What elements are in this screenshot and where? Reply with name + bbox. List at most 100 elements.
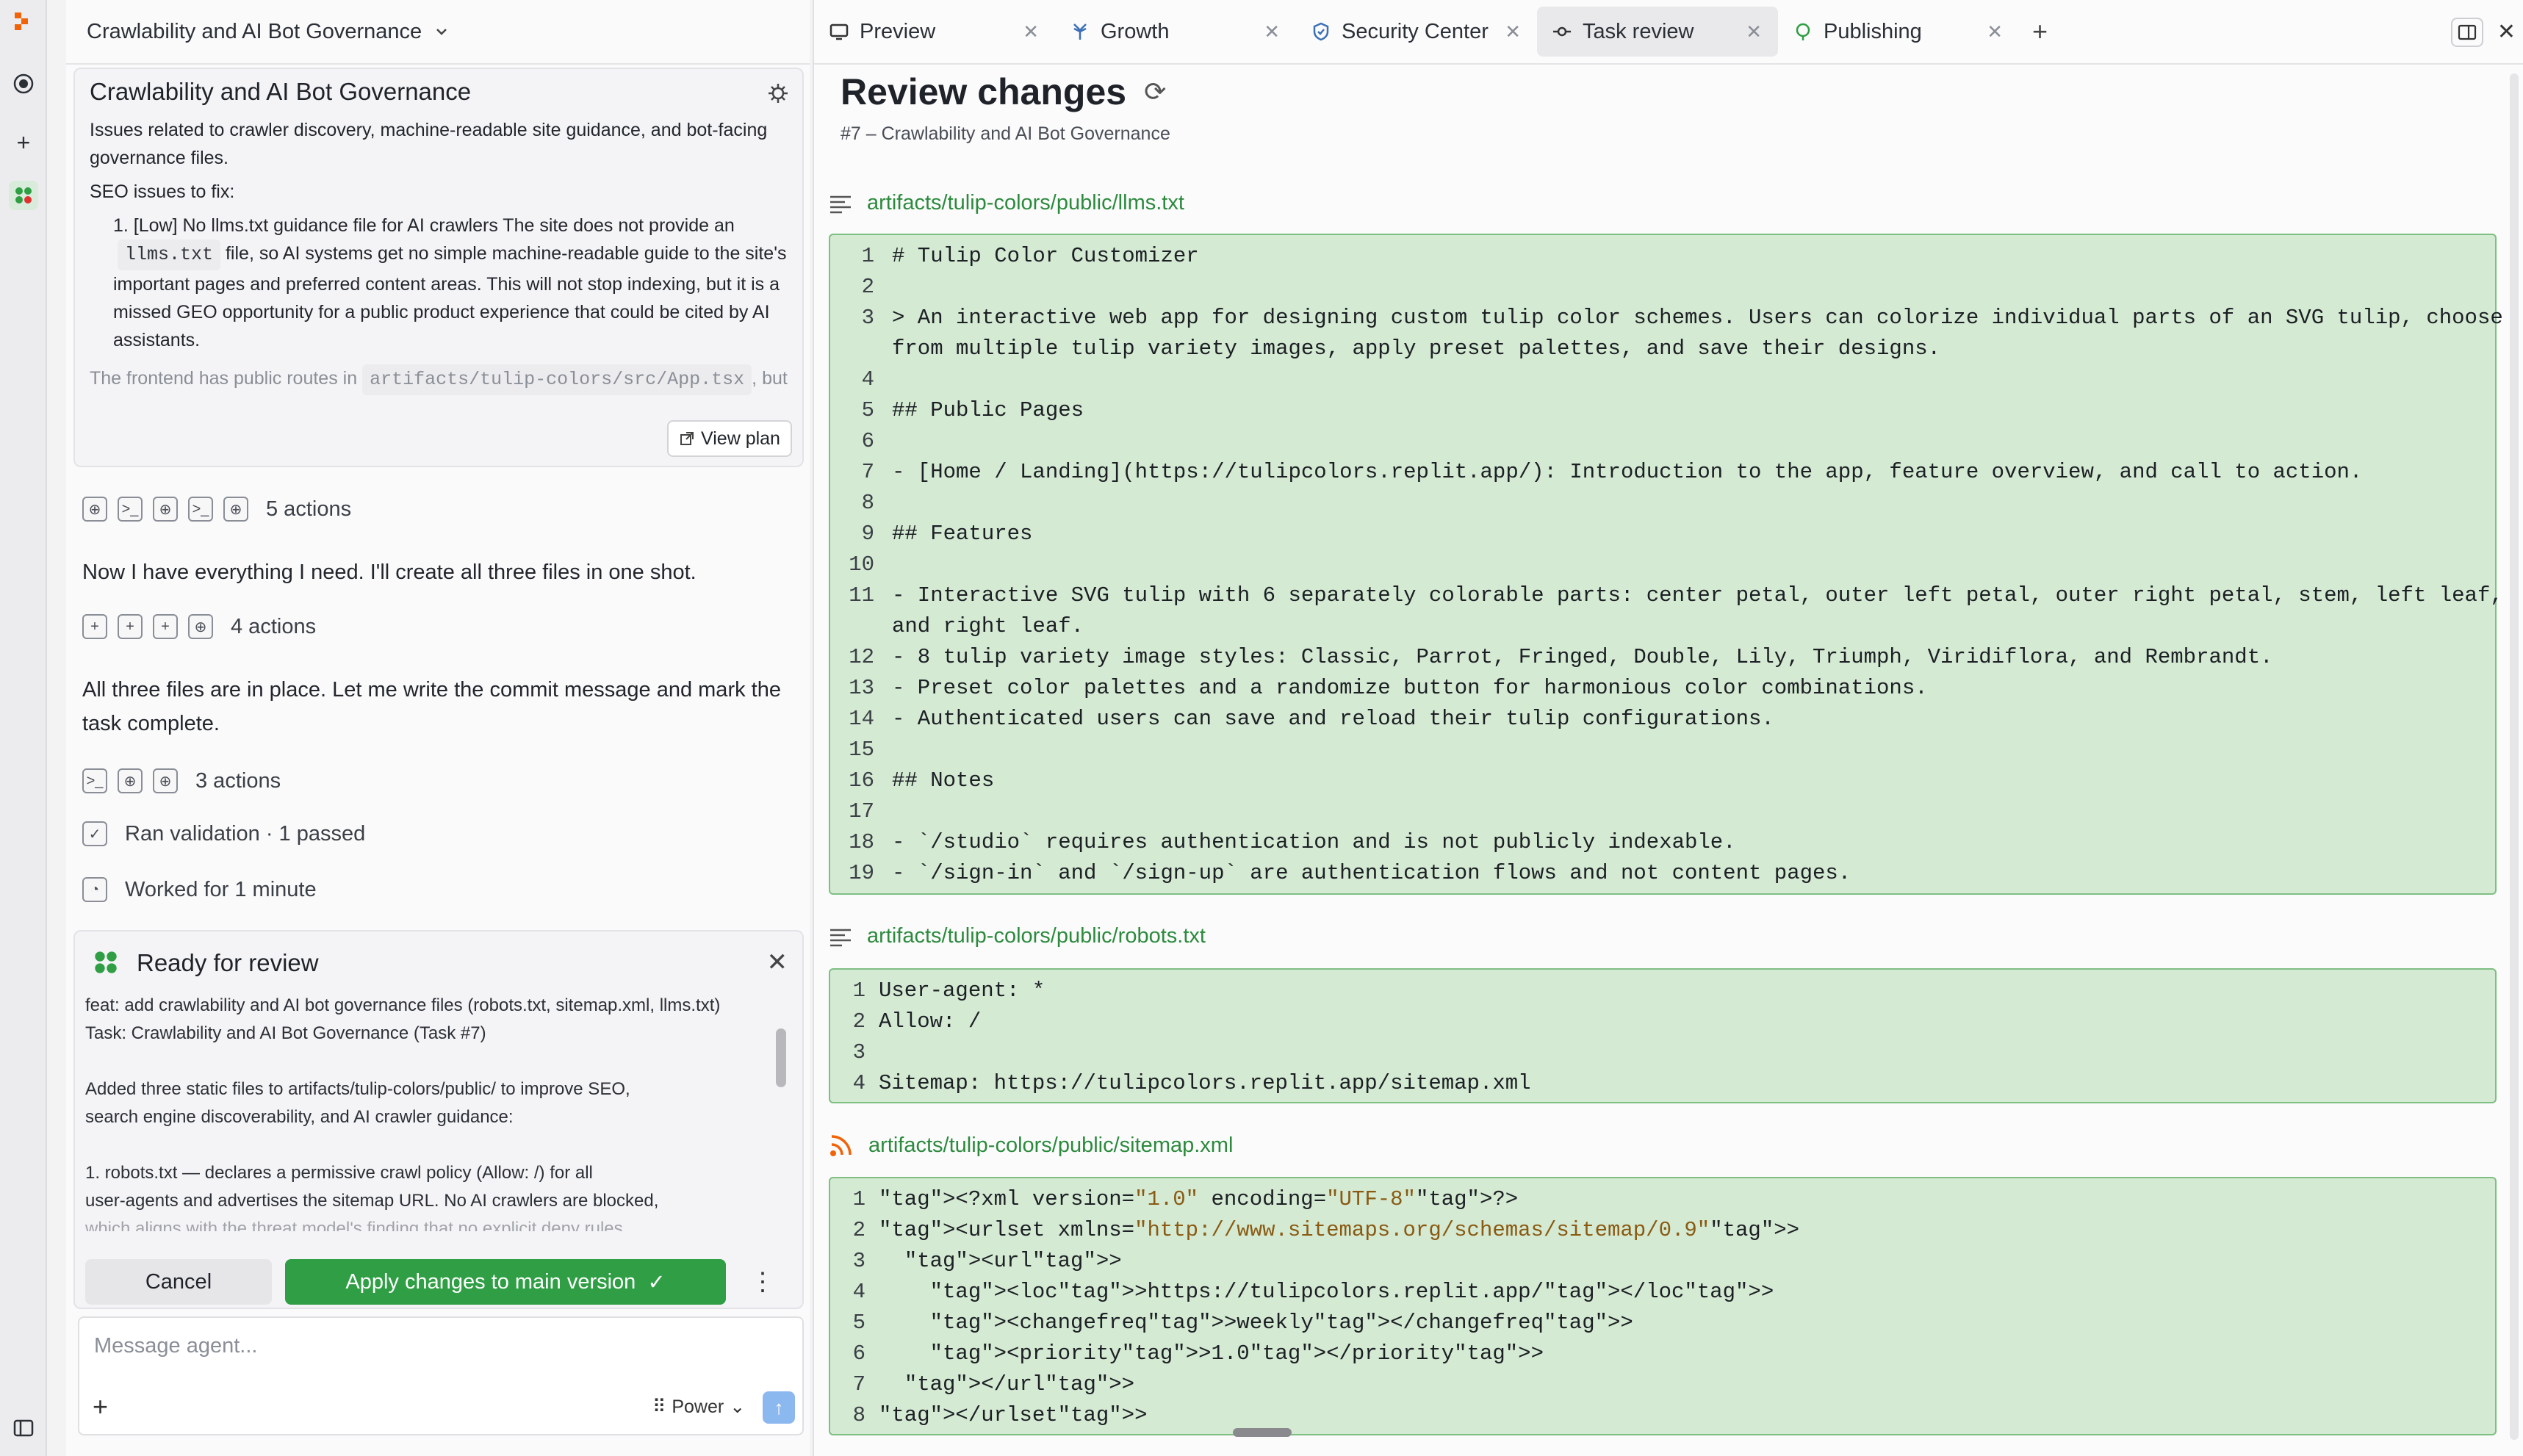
line-number: 10 — [849, 552, 874, 577]
code-line: from multiple tulip variety images, appl… — [892, 336, 1941, 361]
terminal-icon: >_ — [118, 497, 143, 522]
line-number: 4 — [852, 1071, 865, 1095]
add-icon[interactable]: + — [9, 128, 38, 157]
tab-security-center[interactable]: Security Center ✕ — [1296, 7, 1537, 57]
actions-group-3[interactable]: >_ ⊕ ⊕ 3 actions — [82, 768, 281, 793]
tab-label: Preview — [860, 19, 936, 43]
more-options-button[interactable]: ⋮ — [742, 1259, 783, 1305]
code-line: "tag"></url"tag">> — [904, 1372, 1135, 1396]
close-icon[interactable]: ✕ — [767, 948, 788, 977]
diff-block-sitemap: 1 "tag"><?xml version="1.0" encoding="UTF… — [829, 1177, 2497, 1435]
line-number: 2 — [852, 1218, 865, 1242]
line-number: 3 — [852, 1249, 865, 1273]
commit-task: Task: Crawlability and AI Bot Governance… — [85, 1023, 486, 1043]
validation-row[interactable]: ✓ Ran validation · 1 passed — [82, 821, 365, 846]
file-header-robots[interactable]: artifacts/tulip-colors/public/robots.txt — [829, 924, 1206, 948]
send-button[interactable]: ↑ — [763, 1391, 795, 1424]
new-tab-button[interactable]: + — [2032, 16, 2048, 47]
message-input[interactable]: Message agent... — [94, 1334, 257, 1358]
line-number: 18 — [849, 830, 874, 854]
tab-bar: Preview ✕ Growth ✕ Security Center ✕ Task r… — [814, 0, 2523, 65]
line-number: 11 — [849, 583, 874, 608]
task-icon[interactable] — [9, 181, 38, 210]
task-title-dropdown[interactable]: Crawlability and AI Bot Governance — [87, 20, 450, 44]
close-icon[interactable]: ✕ — [1264, 21, 1280, 43]
view-plan-button[interactable]: View plan — [667, 420, 792, 457]
actions-count: 4 actions — [231, 614, 317, 638]
worked-text: Worked for 1 minute — [125, 877, 317, 901]
tab-growth[interactable]: Growth ✕ — [1055, 7, 1296, 57]
split-view-icon[interactable] — [2451, 18, 2483, 47]
tab-preview[interactable]: Preview ✕ — [814, 7, 1055, 57]
vertical-scrollbar[interactable] — [2510, 73, 2519, 1440]
file-header-sitemap[interactable]: artifacts/tulip-colors/public/sitemap.xm… — [829, 1133, 1233, 1158]
review-panel-title: Review changes — [841, 71, 1127, 112]
issue-line3: important pages and preferred content ar… — [113, 274, 780, 295]
tab-label: Publishing — [1824, 19, 1922, 43]
line-number: 6 — [861, 429, 874, 453]
commit-body-line: search engine discoverability, and AI cr… — [85, 1107, 514, 1127]
review-card: Ready for review ✕ feat: add crawlabilit… — [73, 930, 804, 1309]
code-line: - Preset color palettes and a randomize … — [892, 676, 1928, 700]
app-path-chip: artifacts/tulip-colors/src/App.tsx — [362, 364, 752, 395]
horizontal-scrollbar[interactable] — [1233, 1428, 1292, 1437]
line-number: 5 — [852, 1311, 865, 1335]
line-number: 1 — [852, 979, 865, 1003]
line-number: 2 — [852, 1009, 865, 1034]
agent-icon[interactable] — [9, 69, 38, 98]
apply-changes-button[interactable]: Apply changes to main version ✓ — [285, 1259, 726, 1305]
file-path: artifacts/tulip-colors/public/sitemap.xm… — [868, 1133, 1234, 1157]
actions-count: 3 actions — [195, 768, 281, 793]
chevron-down-icon: ⌄ — [730, 1396, 746, 1417]
line-number: 17 — [849, 799, 874, 823]
code-line: Allow: / — [879, 1009, 982, 1034]
close-panel-icon[interactable]: ✕ — [2497, 19, 2516, 45]
file-add-icon: + — [82, 614, 107, 639]
commit-message-box[interactable]: feat: add crawlability and AI bot govern… — [85, 992, 783, 1231]
task-desc-line2: governance files. — [90, 148, 229, 168]
review-title: Ready for review — [137, 949, 319, 976]
line-number: 15 — [849, 738, 874, 762]
line-number: 9 — [861, 522, 874, 546]
faded-text: The frontend has public routes in artifa… — [90, 364, 795, 395]
code-line: Sitemap: https://tulipcolors.replit.app/… — [879, 1071, 1531, 1095]
code-line: > An interactive web app for designing c… — [892, 306, 2503, 330]
line-number: 19 — [849, 861, 874, 885]
code-line: "tag"><loc"tag">>https://tulipcolors.rep… — [929, 1280, 1774, 1304]
line-number: 8 — [861, 491, 874, 515]
bug-icon[interactable] — [766, 81, 791, 109]
file-header-llms[interactable]: artifacts/tulip-colors/public/llms.txt — [829, 191, 1184, 215]
cancel-label: Cancel — [145, 1269, 212, 1294]
toggle-sidebar-icon[interactable] — [9, 1413, 38, 1443]
commit-subject: feat: add crawlability and AI bot govern… — [85, 995, 721, 1015]
app-logo-icon[interactable] — [9, 7, 38, 37]
mode-selector[interactable]: ⠿ Power ⌄ — [652, 1396, 745, 1418]
agent-panel: Crawlability and AI Bot Governance Crawl… — [66, 0, 810, 1456]
code-line: - 8 tulip variety image styles: Classic,… — [892, 645, 2273, 669]
tab-publishing[interactable]: Publishing ✕ — [1778, 7, 2019, 57]
close-icon[interactable]: ✕ — [1987, 21, 2003, 43]
attach-icon[interactable]: + — [93, 1391, 108, 1422]
globe-icon: ⊕ — [188, 614, 213, 639]
check-icon: ✓ — [82, 821, 107, 846]
commit-body-line: Added three static files to artifacts/tu… — [85, 1079, 630, 1099]
text-file-icon — [830, 929, 851, 946]
line-number: 4 — [852, 1280, 865, 1304]
line-number: 16 — [849, 768, 874, 793]
refresh-icon[interactable]: ⟳ — [1144, 76, 1166, 107]
actions-group-1[interactable]: ⊕ >_ ⊕ >_ ⊕ 5 actions — [82, 497, 351, 522]
close-icon[interactable]: ✕ — [1505, 21, 1521, 43]
scrollbar[interactable] — [776, 1028, 786, 1087]
cancel-button[interactable]: Cancel — [85, 1259, 272, 1305]
agent-message-2: All three files are in place. Let me wri… — [82, 673, 802, 740]
line-number: 13 — [849, 676, 874, 700]
close-icon[interactable]: ✕ — [1023, 21, 1039, 43]
actions-group-2[interactable]: + + + ⊕ 4 actions — [82, 614, 316, 639]
timer-icon: ◔ — [82, 877, 107, 902]
file-path: artifacts/tulip-colors/public/robots.txt — [867, 924, 1206, 948]
tab-task-review[interactable]: Task review ✕ — [1537, 7, 1778, 57]
validation-text: Ran validation · 1 passed — [125, 821, 366, 846]
close-icon[interactable]: ✕ — [1746, 21, 1762, 43]
globe-icon: ⊕ — [82, 497, 107, 522]
globe-icon: ⊕ — [118, 768, 143, 793]
